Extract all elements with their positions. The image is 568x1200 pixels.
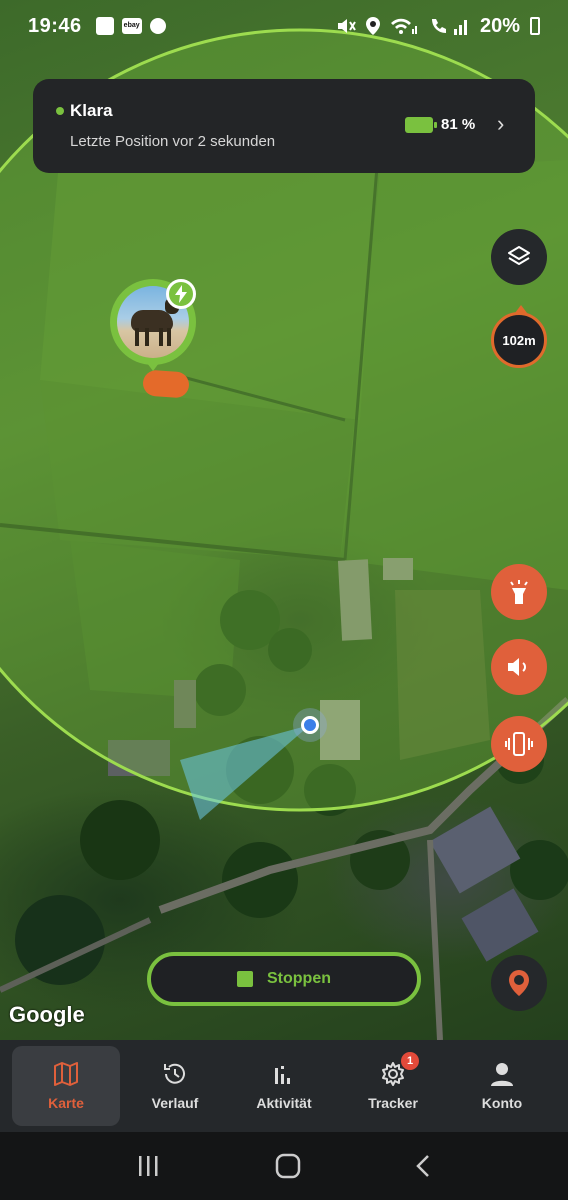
bottom-nav: Karte Verlauf Aktivität 1 Tracker Konto [0, 1040, 568, 1132]
flashlight-button[interactable] [491, 564, 547, 620]
stop-label: Stoppen [267, 970, 331, 987]
mute-icon [337, 19, 356, 33]
nav-konto[interactable]: Konto [448, 1046, 556, 1126]
vibrate-button[interactable] [491, 716, 547, 772]
nav-label: Karte [48, 1095, 84, 1111]
status-time: 19:46 [28, 14, 82, 37]
stop-live-button[interactable]: Stoppen [147, 952, 421, 1006]
back-icon[interactable] [415, 1154, 431, 1178]
system-nav-bar [0, 1132, 568, 1200]
locate-dog-button[interactable] [491, 955, 547, 1011]
battery-percent: 20% [479, 14, 520, 37]
battery-icon [530, 17, 540, 35]
sound-button[interactable] [491, 639, 547, 695]
nav-label: Verlauf [151, 1095, 199, 1111]
online-status-dot [56, 107, 64, 115]
history-icon [162, 1061, 188, 1087]
gallery-icon [95, 17, 114, 35]
nav-karte[interactable]: Karte [12, 1046, 120, 1126]
notification-badge: 1 [401, 1052, 419, 1070]
dog-marker[interactable] [110, 279, 196, 371]
signal-icon [431, 19, 467, 35]
nav-verlauf[interactable]: Verlauf [121, 1046, 229, 1126]
user-location-dot [301, 716, 319, 734]
location-icon [365, 17, 380, 35]
google-attribution: Google [9, 1002, 85, 1027]
status-bar: 19:46 ebay 20% [0, 0, 568, 52]
live-mode-bolt-icon [166, 279, 196, 309]
nav-label: Aktivität [256, 1095, 312, 1111]
ebay-icon: ebay [121, 18, 142, 34]
timer-icon [149, 18, 166, 34]
nav-label: Konto [481, 1095, 523, 1111]
nav-aktivitaet[interactable]: Aktivität [230, 1046, 338, 1126]
location-pin-icon [509, 970, 529, 996]
tracker-info-card[interactable]: Klara Letzte Position vor 2 sekunden 81 … [33, 79, 535, 173]
nav-tracker[interactable]: 1 Tracker [339, 1046, 447, 1126]
map-icon [53, 1061, 79, 1087]
tracker-battery-percent: 81 % [441, 116, 476, 133]
nav-label: Tracker [368, 1095, 418, 1111]
last-position-text: Letzte Position vor 2 sekunden [70, 133, 276, 150]
stop-icon [237, 971, 253, 987]
recent-apps-icon[interactable] [137, 1155, 161, 1177]
layers-icon [508, 246, 530, 265]
flashlight-icon [510, 580, 528, 604]
tracker-battery-icon [405, 117, 437, 133]
activity-icon [271, 1061, 297, 1087]
range-indicator[interactable]: 102m [491, 305, 547, 368]
wifi-icon [390, 18, 417, 34]
chevron-right-icon[interactable]: › [497, 111, 504, 137]
sound-icon [508, 658, 526, 676]
vibrate-icon [505, 732, 533, 756]
tracker-name: Klara [70, 101, 113, 120]
home-icon[interactable] [275, 1153, 301, 1179]
track-trail [142, 369, 190, 399]
account-icon [489, 1061, 515, 1087]
layers-button[interactable] [491, 229, 547, 285]
